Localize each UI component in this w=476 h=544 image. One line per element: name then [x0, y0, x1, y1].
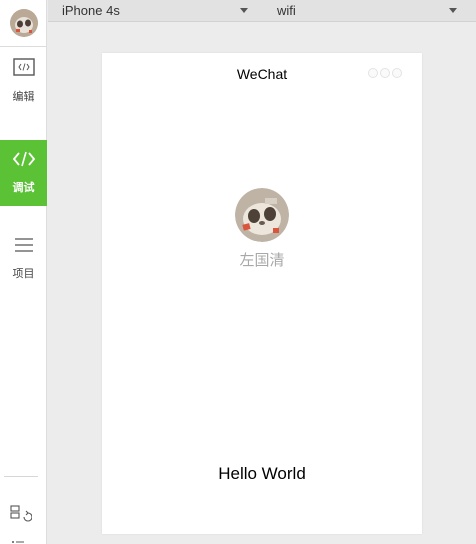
list-icon[interactable]: [10, 535, 32, 544]
wechat-devtools-window: 编辑 调试 项目 iPhone 4s wifi WeChat 左国清 Hello…: [0, 0, 476, 544]
sidebar-item-debug[interactable]: 调试: [0, 140, 47, 206]
project-settings-icon[interactable]: [10, 505, 33, 525]
capsule-dot-icon: [368, 68, 378, 78]
avatar[interactable]: [9, 9, 38, 37]
phone-simulator: WeChat 左国清 Hello World: [102, 53, 422, 534]
code-editor-icon: [12, 58, 35, 81]
hello-text: Hello World: [218, 464, 306, 483]
sidebar-divider: [4, 476, 38, 477]
sidebar-item-project[interactable]: 项目: [0, 226, 47, 292]
sidebar-item-label: 调试: [12, 181, 35, 194]
sidebar-item-edit[interactable]: 编辑: [0, 48, 47, 114]
simulator-toolbar: iPhone 4s wifi: [48, 0, 476, 22]
sidebar-avatar-area: [0, 0, 47, 47]
capsule-dot-icon: [392, 68, 402, 78]
code-brackets-icon: [12, 151, 35, 172]
device-select-value: iPhone 4s: [62, 3, 120, 18]
chevron-down-icon: [240, 8, 248, 13]
capsule-dot-icon: [380, 68, 390, 78]
sidebar-item-label: 项目: [12, 267, 35, 280]
user-nickname: 左国清: [239, 251, 285, 269]
capsule-button[interactable]: [368, 68, 402, 78]
chevron-down-icon: [449, 8, 457, 13]
sidebar-item-label: 编辑: [12, 90, 35, 103]
user-avatar[interactable]: [235, 188, 289, 242]
device-select[interactable]: iPhone 4s: [62, 0, 248, 21]
network-select-value: wifi: [277, 3, 296, 18]
menu-lines-icon: [14, 237, 34, 258]
sidebar: 编辑 调试 项目: [0, 0, 47, 544]
network-select[interactable]: wifi: [277, 0, 457, 21]
